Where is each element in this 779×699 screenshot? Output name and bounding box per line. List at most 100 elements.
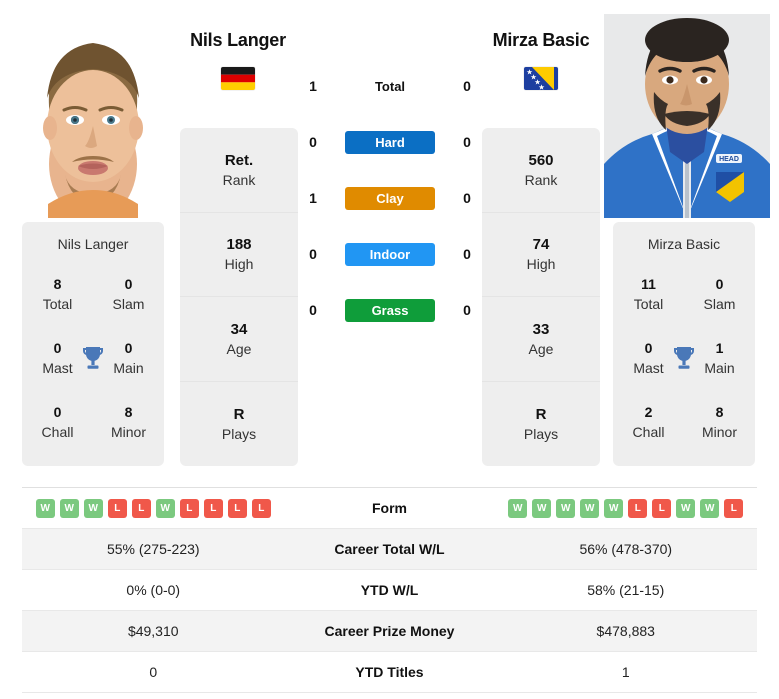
rank-cell-high-right: 74 High bbox=[482, 213, 600, 297]
titles-stat-value: 0 bbox=[53, 340, 62, 357]
titles-stat-label: Minor bbox=[110, 423, 146, 440]
player-header-left: Nils Langer bbox=[158, 30, 318, 90]
titles-stat-value: 1 bbox=[715, 340, 724, 357]
row-label-form: Form bbox=[372, 500, 407, 516]
form-badge-win: W bbox=[676, 498, 696, 518]
surface-label-hard[interactable]: Hard bbox=[345, 130, 435, 154]
table-row-career-total-wl: 55% (275-223) Career Total W/L 56% (478-… bbox=[22, 529, 757, 570]
high-label-left: High bbox=[224, 256, 254, 273]
player-header-right: Mirza Basic bbox=[461, 30, 621, 90]
comparison-top-area: HEAD Nils Langer Mirza Basic Ret. Rank 1… bbox=[0, 0, 779, 472]
form-badge-loss: L bbox=[131, 498, 151, 518]
titles-stat-value: 11 bbox=[641, 276, 656, 293]
rank-cell-age-right: 33 Age bbox=[482, 297, 600, 382]
rank-card-right: 560 Rank 74 High 33 Age R Plays bbox=[482, 128, 600, 466]
surface-left-count: 0 bbox=[309, 246, 317, 262]
row-label-ytd-wl: YTD W/L bbox=[360, 582, 419, 598]
age-label-right: Age bbox=[528, 340, 554, 357]
titles-stat-value: 0 bbox=[124, 340, 133, 357]
surface-label-indoor[interactable]: Indoor bbox=[345, 242, 435, 266]
titles-stat-label: Slam bbox=[703, 295, 736, 312]
ytd-wl-right: 58% (21-15) bbox=[587, 582, 665, 598]
surface-left-count: 1 bbox=[309, 78, 317, 94]
form-badge-loss: L bbox=[227, 498, 247, 518]
titles-stat-label: Main bbox=[704, 359, 735, 376]
age-value-right: 33 bbox=[532, 320, 550, 338]
titles-stat-label: Total bbox=[42, 295, 73, 312]
titles-card-left: Nils Langer 8 Total 0 Slam 0 Mast 0 Main bbox=[22, 222, 164, 466]
rank-cell-high-left: 188 High bbox=[180, 213, 298, 297]
form-badge-loss: L bbox=[251, 498, 271, 518]
titles-stat-label: Chall bbox=[41, 423, 74, 440]
surface-row-clay: 1 Clay 0 bbox=[300, 170, 480, 226]
form-badges-right: WWWWWLLWWL bbox=[495, 498, 758, 518]
form-badge-win: W bbox=[556, 498, 576, 518]
table-row-ytd-titles: 0 YTD Titles 1 bbox=[22, 652, 757, 693]
surface-row-total: 1 Total 0 bbox=[300, 58, 480, 114]
rank-cell-rank-right: 560 Rank bbox=[482, 128, 600, 213]
ytd-titles-left: 0 bbox=[149, 664, 158, 680]
career-prize-money-left: $49,310 bbox=[127, 623, 179, 639]
form-badge-loss: L bbox=[652, 498, 672, 518]
form-badge-win: W bbox=[700, 498, 720, 518]
form-badge-win: W bbox=[35, 498, 55, 518]
titles-card-name-right: Mirza Basic bbox=[647, 236, 721, 252]
form-badge-loss: L bbox=[107, 498, 127, 518]
surface-row-indoor: 0 Indoor 0 bbox=[300, 226, 480, 282]
titles-grid-left: 8 Total 0 Slam 0 Mast 0 Main 0 Chall 8 M… bbox=[22, 262, 164, 454]
table-row-form: WWWLLWLLLL Form WWWWWLLWWL bbox=[22, 488, 757, 529]
form-badge-win: W bbox=[155, 498, 175, 518]
surface-right-count: 0 bbox=[463, 246, 471, 262]
row-label-career-total-wl: Career Total W/L bbox=[334, 541, 445, 557]
rank-label-left: Rank bbox=[222, 171, 256, 188]
plays-value-left: R bbox=[233, 405, 245, 423]
titles-stat: 0 Slam bbox=[684, 262, 755, 326]
row-label-career-prize-money: Career Prize Money bbox=[324, 623, 455, 639]
rank-cell-age-left: 34 Age bbox=[180, 297, 298, 382]
svg-text:HEAD: HEAD bbox=[719, 156, 739, 163]
player-comparison-page: HEAD Nils Langer Mirza Basic Ret. Rank 1… bbox=[0, 0, 779, 699]
age-value-left: 34 bbox=[230, 320, 248, 338]
titles-stat-label: Chall bbox=[632, 423, 665, 440]
titles-stat-value: 0 bbox=[644, 340, 653, 357]
form-badge-win: W bbox=[59, 498, 79, 518]
player-photo-left bbox=[10, 14, 176, 218]
titles-stat: 2 Chall bbox=[613, 390, 684, 454]
surface-label-clay[interactable]: Clay bbox=[345, 186, 435, 210]
surface-row-hard: 0 Hard 0 bbox=[300, 114, 480, 170]
form-badge-win: W bbox=[508, 498, 528, 518]
plays-label-left: Plays bbox=[221, 425, 257, 442]
rank-label-right: Rank bbox=[524, 171, 558, 188]
surface-right-count: 0 bbox=[463, 78, 471, 94]
surface-label-grass[interactable]: Grass bbox=[345, 298, 435, 322]
rank-cell-plays-right: R Plays bbox=[482, 382, 600, 467]
ytd-wl-left: 0% (0-0) bbox=[126, 582, 181, 598]
titles-stat-value: 0 bbox=[53, 404, 62, 421]
titles-stat-value: 8 bbox=[715, 404, 724, 421]
titles-stat-value: 0 bbox=[124, 276, 133, 293]
titles-stat-label: Minor bbox=[701, 423, 737, 440]
comparison-stats-table: WWWLLWLLLL Form WWWWWLLWWL 55% (275-223)… bbox=[22, 487, 757, 693]
plays-value-right: R bbox=[535, 405, 547, 423]
player-photo-right: HEAD bbox=[604, 14, 770, 218]
table-row-ytd-wl: 0% (0-0) YTD W/L 58% (21-15) bbox=[22, 570, 757, 611]
titles-stat-label: Total bbox=[633, 295, 664, 312]
rank-cell-rank-left: Ret. Rank bbox=[180, 128, 298, 213]
form-badge-loss: L bbox=[203, 498, 223, 518]
career-total-wl-left: 55% (275-223) bbox=[106, 541, 200, 557]
form-badge-loss: L bbox=[628, 498, 648, 518]
bosnia-flag-icon bbox=[524, 67, 558, 90]
career-total-wl-right: 56% (478-370) bbox=[579, 541, 673, 557]
surface-left-count: 1 bbox=[309, 190, 317, 206]
germany-flag-icon bbox=[221, 67, 255, 90]
ytd-titles-right: 1 bbox=[621, 664, 630, 680]
high-label-right: High bbox=[526, 256, 556, 273]
titles-stat-value: 8 bbox=[53, 276, 62, 293]
rank-value-left: Ret. bbox=[224, 151, 254, 169]
rank-card-left: Ret. Rank 188 High 34 Age R Plays bbox=[180, 128, 298, 466]
rank-value-right: 560 bbox=[528, 151, 554, 169]
form-badge-win: W bbox=[580, 498, 600, 518]
form-badge-win: W bbox=[532, 498, 552, 518]
titles-card-name-left: Nils Langer bbox=[57, 236, 129, 252]
high-value-right: 74 bbox=[532, 236, 550, 254]
